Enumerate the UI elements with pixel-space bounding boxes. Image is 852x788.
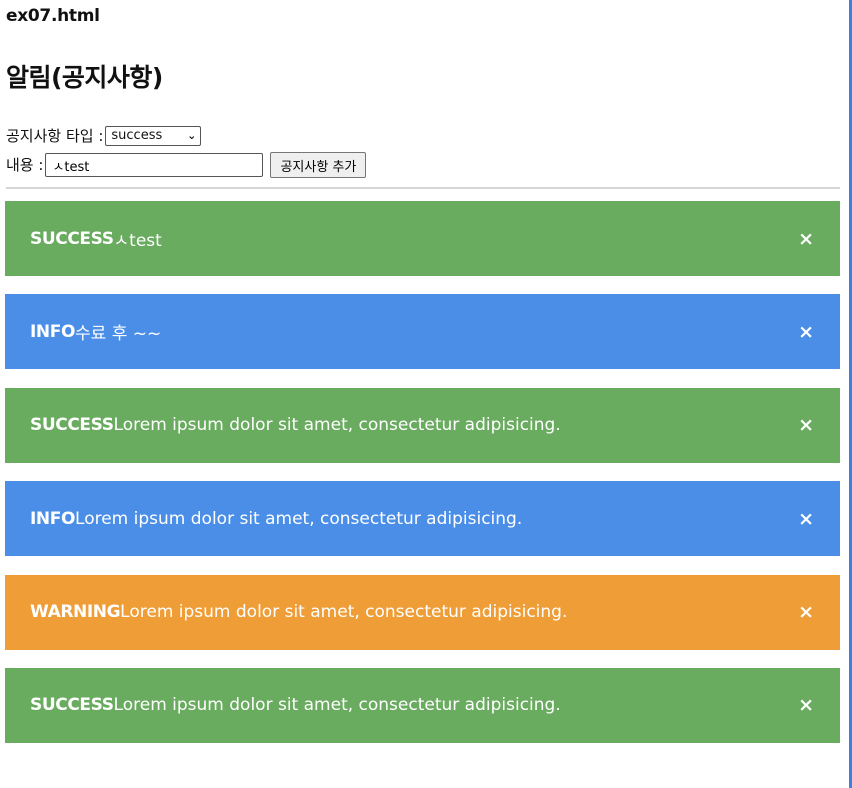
notice-item: SUCCESS Lorem ipsum dolor sit amet, conse… [5,387,840,463]
notice-type-label: 공지사항 타입 : [6,127,104,145]
notice-list: SUCCESS ㅅtest × INFO 수료 후 ~~ × SUCCESS Lore… [5,201,840,761]
add-notice-button[interactable]: 공지사항 추가 [270,152,367,178]
close-icon[interactable]: × [798,414,814,436]
page: ex07.html 알림(공지사항) 공지사항 타입 : success ⌄ 내… [0,0,852,788]
notice-kind: INFO [30,508,76,529]
notice-item: INFO Lorem ipsum dolor sit amet, consecte… [5,481,840,557]
notice-content-row: 내용 : 공지사항 추가 [6,152,367,178]
notice-message: Lorem ipsum dolor sit amet, consectetur … [75,508,523,529]
notice-kind: SUCCESS [30,228,114,249]
notice-item: INFO 수료 후 ~~ × [5,294,840,370]
notice-message: Lorem ipsum dolor sit amet, consectetur … [113,415,561,436]
notice-item: SUCCESS ㅅtest × [5,201,840,276]
close-icon[interactable]: × [798,228,814,250]
chevron-down-icon: ⌄ [187,129,197,142]
notice-kind: INFO [30,321,76,342]
divider [6,187,840,189]
notice-type-selected-value: success [111,128,163,143]
notice-type-select[interactable]: success ⌄ [105,126,202,146]
notice-message: ㅅtest [113,231,162,251]
file-title: ex07.html [6,6,100,26]
notice-message: 수료 후 ~~ [75,324,162,345]
notice-item: SUCCESS Lorem ipsum dolor sit amet, conse… [5,667,840,743]
close-icon[interactable]: × [798,508,814,530]
notice-message: Lorem ipsum dolor sit amet, consectetur … [113,695,561,716]
notice-item: WARNING Lorem ipsum dolor sit amet, conse… [5,574,840,650]
close-icon[interactable]: × [798,601,814,623]
close-icon[interactable]: × [798,321,814,343]
notice-type-row: 공지사항 타입 : success ⌄ [6,125,202,147]
notice-content-input[interactable] [45,153,264,177]
notice-kind: SUCCESS [30,695,114,716]
notice-content-label: 내용 : [6,156,44,174]
close-icon[interactable]: × [798,694,814,716]
page-title: 알림(공지사항) [6,63,163,92]
notice-kind: WARNING [30,602,121,623]
notice-message: Lorem ipsum dolor sit amet, consectetur … [120,602,568,623]
notice-kind: SUCCESS [30,415,114,436]
